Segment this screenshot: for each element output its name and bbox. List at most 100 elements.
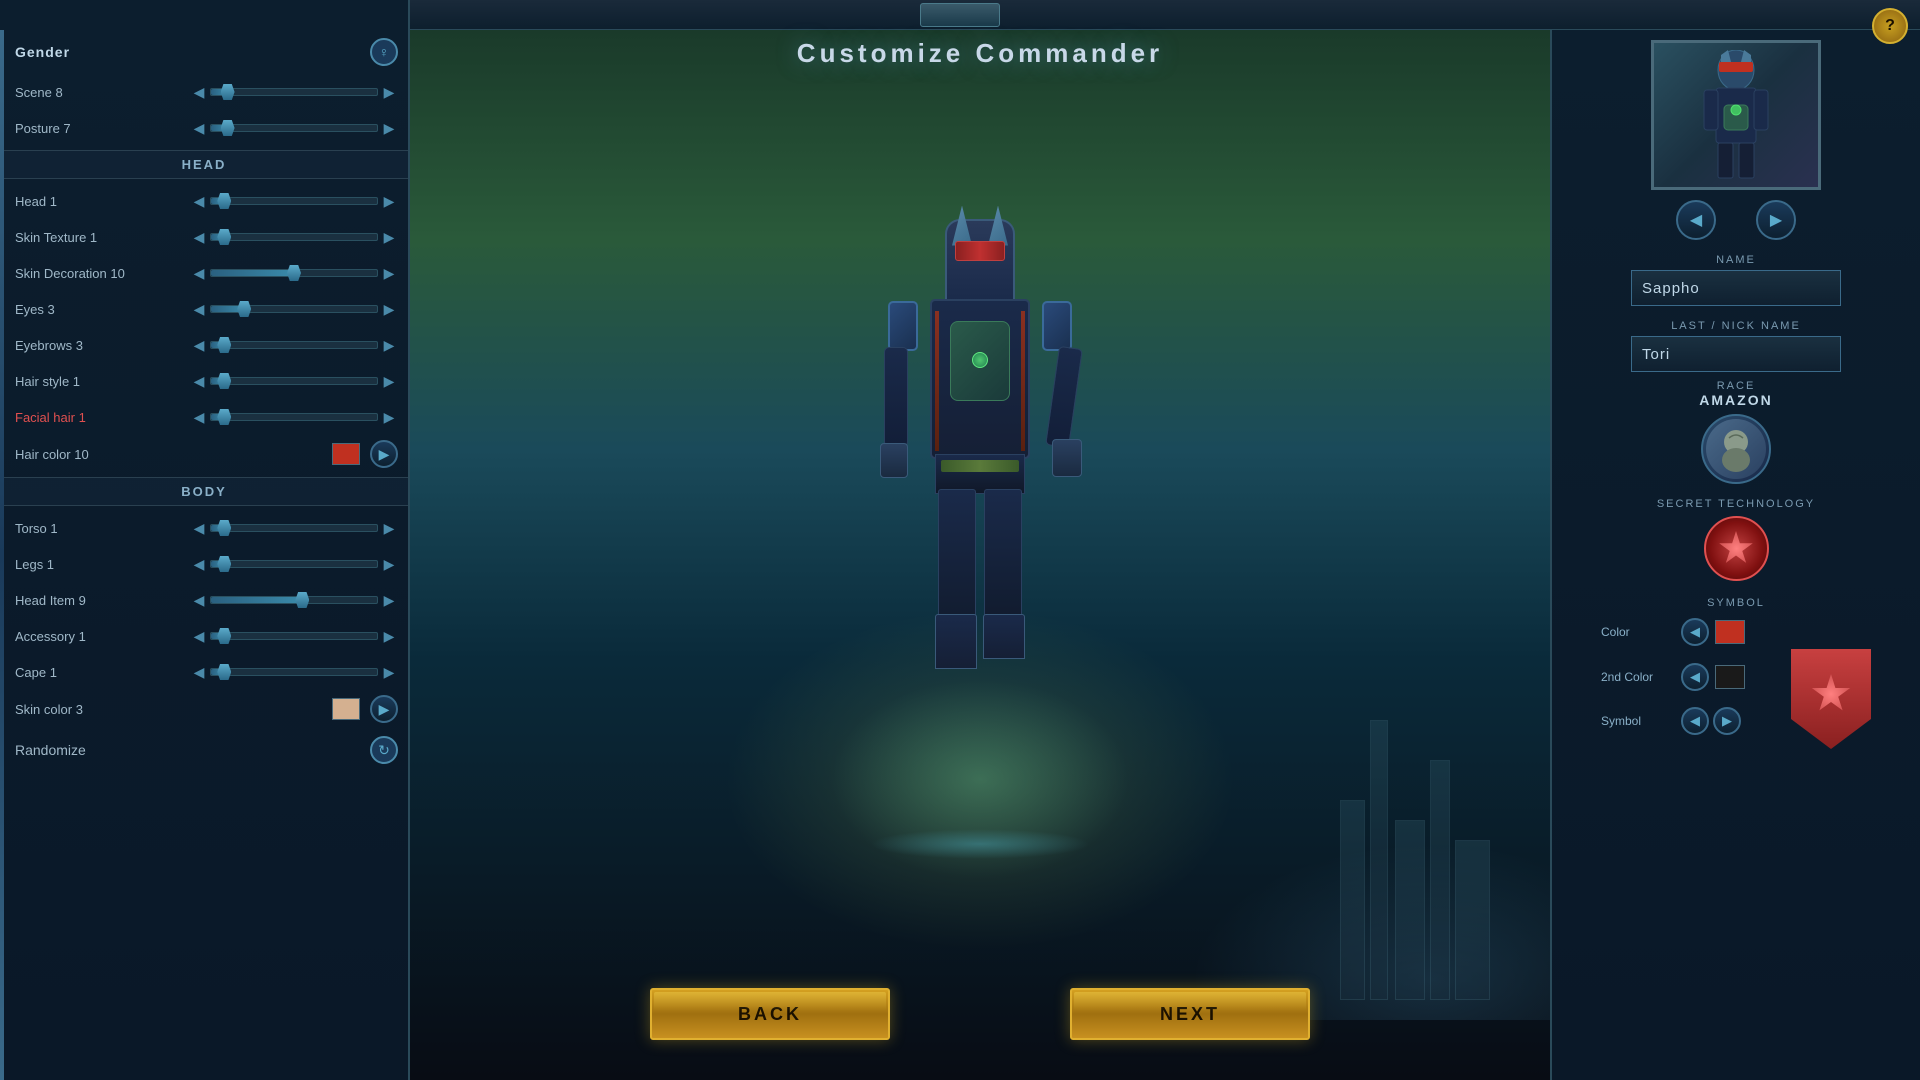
race-portrait[interactable] [1701,414,1771,484]
skin-decoration-next[interactable]: ▶ [380,264,398,282]
skin-decoration-label: Skin Decoration 10 [15,266,190,281]
skin-decoration-prev[interactable]: ◀ [190,264,208,282]
legs-prev[interactable]: ◀ [190,555,208,573]
hair-color-swatch[interactable] [332,443,360,465]
accessory-next[interactable]: ▶ [380,627,398,645]
eyebrows-prev[interactable]: ◀ [190,336,208,354]
eyebrows-control: ◀ ▶ [190,336,398,354]
accessory-track[interactable] [210,632,378,640]
hairstyle-prev[interactable]: ◀ [190,372,208,390]
accessory-thumb[interactable] [217,628,231,644]
head-control: ◀ ▶ [190,192,398,210]
skin-texture-slider-row: Skin Texture 1 ◀ ▶ [0,219,408,255]
eyes-track[interactable] [210,305,378,313]
eyes-next[interactable]: ▶ [380,300,398,318]
primary-color-swatch[interactable] [1715,620,1745,644]
eyes-prev[interactable]: ◀ [190,300,208,318]
skin-decoration-track[interactable] [210,269,378,277]
legs-next[interactable]: ▶ [380,555,398,573]
eyebrows-track[interactable] [210,341,378,349]
preview-prev-icon: ◀ [1690,210,1702,230]
last-nick-input[interactable] [1631,336,1841,372]
head-item-prev[interactable]: ◀ [190,591,208,609]
secret-tech-icon[interactable] [1704,516,1769,581]
hairstyle-label: Hair style 1 [15,374,190,389]
page-title: Customize Commander [797,38,1163,69]
eyes-thumb[interactable] [237,301,251,317]
race-label: RACE [1699,380,1772,392]
head-track[interactable] [210,197,378,205]
skin-texture-next[interactable]: ▶ [380,228,398,246]
preview-navigation: ◀ ▶ [1676,200,1796,240]
left-panel: Gender ♀ Scene 8 ◀ ▶ Posture 7 ◀ [0,0,410,1080]
legs-thumb[interactable] [217,556,231,572]
torso-next[interactable]: ▶ [380,519,398,537]
symbol-next-button[interactable]: ▶ [1713,707,1741,735]
help-button[interactable]: ? [1872,8,1908,44]
facial-hair-track[interactable] [210,413,378,421]
second-color-swatch[interactable] [1715,665,1745,689]
color-prev-button[interactable]: ◀ [1681,618,1709,646]
head-item-next[interactable]: ▶ [380,591,398,609]
hairstyle-thumb[interactable] [217,373,231,389]
hair-color-next[interactable]: ▶ [370,440,398,468]
eyebrows-next[interactable]: ▶ [380,336,398,354]
facial-hair-prev[interactable]: ◀ [190,408,208,426]
preview-prev-button[interactable]: ◀ [1676,200,1716,240]
skin-texture-track[interactable] [210,233,378,241]
next-button[interactable]: NEXT [1070,988,1310,1040]
torso-control: ◀ ▶ [190,519,398,537]
legs-track[interactable] [210,560,378,568]
preview-next-button[interactable]: ▶ [1756,200,1796,240]
second-color-prev-button[interactable]: ◀ [1681,663,1709,691]
head-next[interactable]: ▶ [380,192,398,210]
second-color-control-row: 2nd Color ◀ [1586,660,1791,694]
head-item-label: Head Item 9 [15,593,190,608]
scene-next[interactable]: ▶ [380,83,398,101]
eyebrows-thumb[interactable] [217,337,231,353]
torso-thumb[interactable] [217,520,231,536]
skin-color-swatch[interactable] [332,698,360,720]
skin-color-next[interactable]: ▶ [370,695,398,723]
scene-track[interactable] [210,88,378,96]
facial-hair-next[interactable]: ▶ [380,408,398,426]
skin-texture-thumb[interactable] [217,229,231,245]
cape-thumb[interactable] [217,664,231,680]
scene-thumb[interactable] [221,84,235,100]
cape-track[interactable] [210,668,378,676]
char-shoulder-right [1042,301,1072,351]
name-input[interactable] [1631,270,1841,306]
char-helmet-fin-left [952,206,972,246]
preview-box [1651,40,1821,190]
head-prev[interactable]: ◀ [190,192,208,210]
scene-prev[interactable]: ◀ [190,83,208,101]
cape-prev[interactable]: ◀ [190,663,208,681]
head-item-slider-row: Head Item 9 ◀ ▶ [0,582,408,618]
cape-next[interactable]: ▶ [380,663,398,681]
head-item-track[interactable] [210,596,378,604]
back-button[interactable]: BACK [650,988,890,1040]
char-waist-belt [941,460,1019,472]
torso-prev[interactable]: ◀ [190,519,208,537]
char-helmet-fin-right [988,206,1008,246]
randomize-button[interactable]: ↻ [370,736,398,764]
eyes-label: Eyes 3 [15,302,190,317]
eyes-slider-row: Eyes 3 ◀ ▶ [0,291,408,327]
hairstyle-track[interactable] [210,377,378,385]
accessory-prev[interactable]: ◀ [190,627,208,645]
symbol-prev-button[interactable]: ◀ [1681,707,1709,735]
posture-thumb[interactable] [221,120,235,136]
facial-hair-thumb[interactable] [217,409,231,425]
skin-decoration-thumb[interactable] [287,265,301,281]
posture-next[interactable]: ▶ [380,119,398,137]
posture-track[interactable] [210,124,378,132]
gender-icon[interactable]: ♀ [370,38,398,66]
head-item-thumb[interactable] [295,592,309,608]
character-body [880,219,1080,799]
skin-texture-prev[interactable]: ◀ [190,228,208,246]
head-thumb[interactable] [217,193,231,209]
torso-track[interactable] [210,524,378,532]
posture-prev[interactable]: ◀ [190,119,208,137]
hairstyle-next[interactable]: ▶ [380,372,398,390]
head-label: Head 1 [15,194,190,209]
